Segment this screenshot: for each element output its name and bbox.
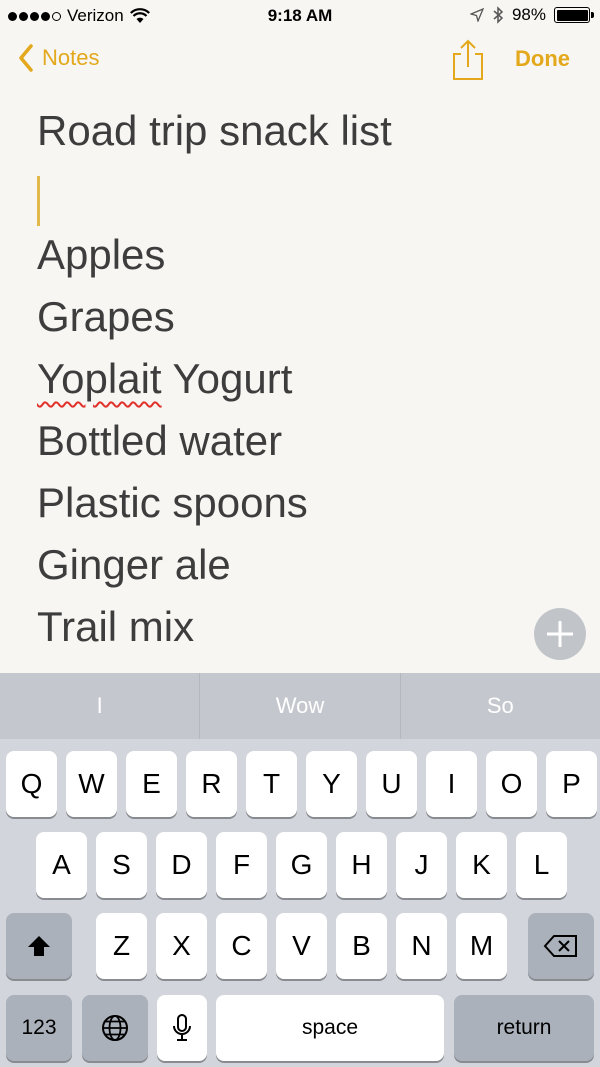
key-j[interactable]: J [396, 832, 447, 898]
bluetooth-icon [493, 6, 504, 24]
key-s[interactable]: S [96, 832, 147, 898]
delete-key[interactable] [528, 913, 594, 979]
key-d[interactable]: D [156, 832, 207, 898]
numbers-key[interactable]: 123 [6, 995, 72, 1061]
keyboard: QWERTYUIOP ASDFGHJKL ZXCVBNM 123 space r… [0, 739, 600, 1067]
add-plus-button[interactable] [534, 608, 586, 660]
note-line: Trail mix [37, 603, 195, 650]
globe-key[interactable] [82, 995, 148, 1061]
suggestion-bar: I Wow So [0, 673, 600, 739]
suggestion-3[interactable]: So [399, 673, 600, 739]
empty-line [37, 162, 600, 226]
note-word: Yogurt [172, 355, 293, 402]
back-to-notes-button[interactable]: Notes [18, 44, 99, 72]
key-e[interactable]: E [126, 751, 177, 817]
key-k[interactable]: K [456, 832, 507, 898]
key-w[interactable]: W [66, 751, 117, 817]
key-u[interactable]: U [366, 751, 417, 817]
note-editor[interactable]: Road trip snack list Apples Grapes Yopla… [0, 90, 600, 673]
note-line: Plastic spoons [37, 479, 308, 526]
key-b[interactable]: B [336, 913, 387, 979]
misspelled-word[interactable]: Yoplait [37, 355, 162, 402]
key-g[interactable]: G [276, 832, 327, 898]
location-icon [469, 8, 484, 22]
status-right: 98% [469, 5, 594, 25]
globe-icon [102, 1015, 128, 1041]
share-button[interactable] [448, 38, 488, 82]
key-r[interactable]: R [186, 751, 237, 817]
backspace-icon [543, 935, 577, 957]
key-c[interactable]: C [216, 913, 267, 979]
suggestion-2[interactable]: Wow [199, 673, 399, 739]
share-icon [453, 39, 483, 80]
space-key[interactable]: space [216, 995, 444, 1061]
key-l[interactable]: L [516, 832, 567, 898]
status-bar: Verizon 9:18 AM 98% [0, 0, 600, 32]
key-m[interactable]: M [456, 913, 507, 979]
microphone-icon [173, 1014, 191, 1041]
battery-icon [554, 7, 594, 23]
key-h[interactable]: H [336, 832, 387, 898]
key-v[interactable]: V [276, 913, 327, 979]
note-title: Road trip snack list [37, 107, 392, 154]
battery-percent: 98% [511, 5, 546, 24]
key-p[interactable]: P [546, 751, 597, 817]
key-t[interactable]: T [246, 751, 297, 817]
note-line: Ginger ale [37, 541, 231, 588]
shift-key[interactable] [6, 913, 72, 979]
chevron-left-icon [19, 44, 33, 72]
key-o[interactable]: O [486, 751, 537, 817]
dictation-key[interactable] [157, 995, 207, 1061]
key-i[interactable]: I [426, 751, 477, 817]
navigation-bar: Notes Done [0, 32, 600, 90]
key-a[interactable]: A [36, 832, 87, 898]
key-q[interactable]: Q [6, 751, 57, 817]
note-line: Apples [37, 231, 166, 278]
back-button-label: Notes [42, 45, 100, 70]
key-y[interactable]: Y [306, 751, 357, 817]
key-f[interactable]: F [216, 832, 267, 898]
shift-arrow-icon [28, 936, 50, 956]
text-caret [37, 176, 40, 226]
key-z[interactable]: Z [96, 913, 147, 979]
note-line: Yoplait Yogurt [37, 348, 600, 410]
note-line: Bottled water [37, 417, 283, 464]
suggestion-1[interactable]: I [0, 673, 199, 739]
key-x[interactable]: X [156, 913, 207, 979]
key-n[interactable]: N [396, 913, 447, 979]
return-key[interactable]: return [454, 995, 594, 1061]
note-line: Grapes [37, 293, 175, 340]
done-button[interactable]: Done [515, 46, 570, 72]
